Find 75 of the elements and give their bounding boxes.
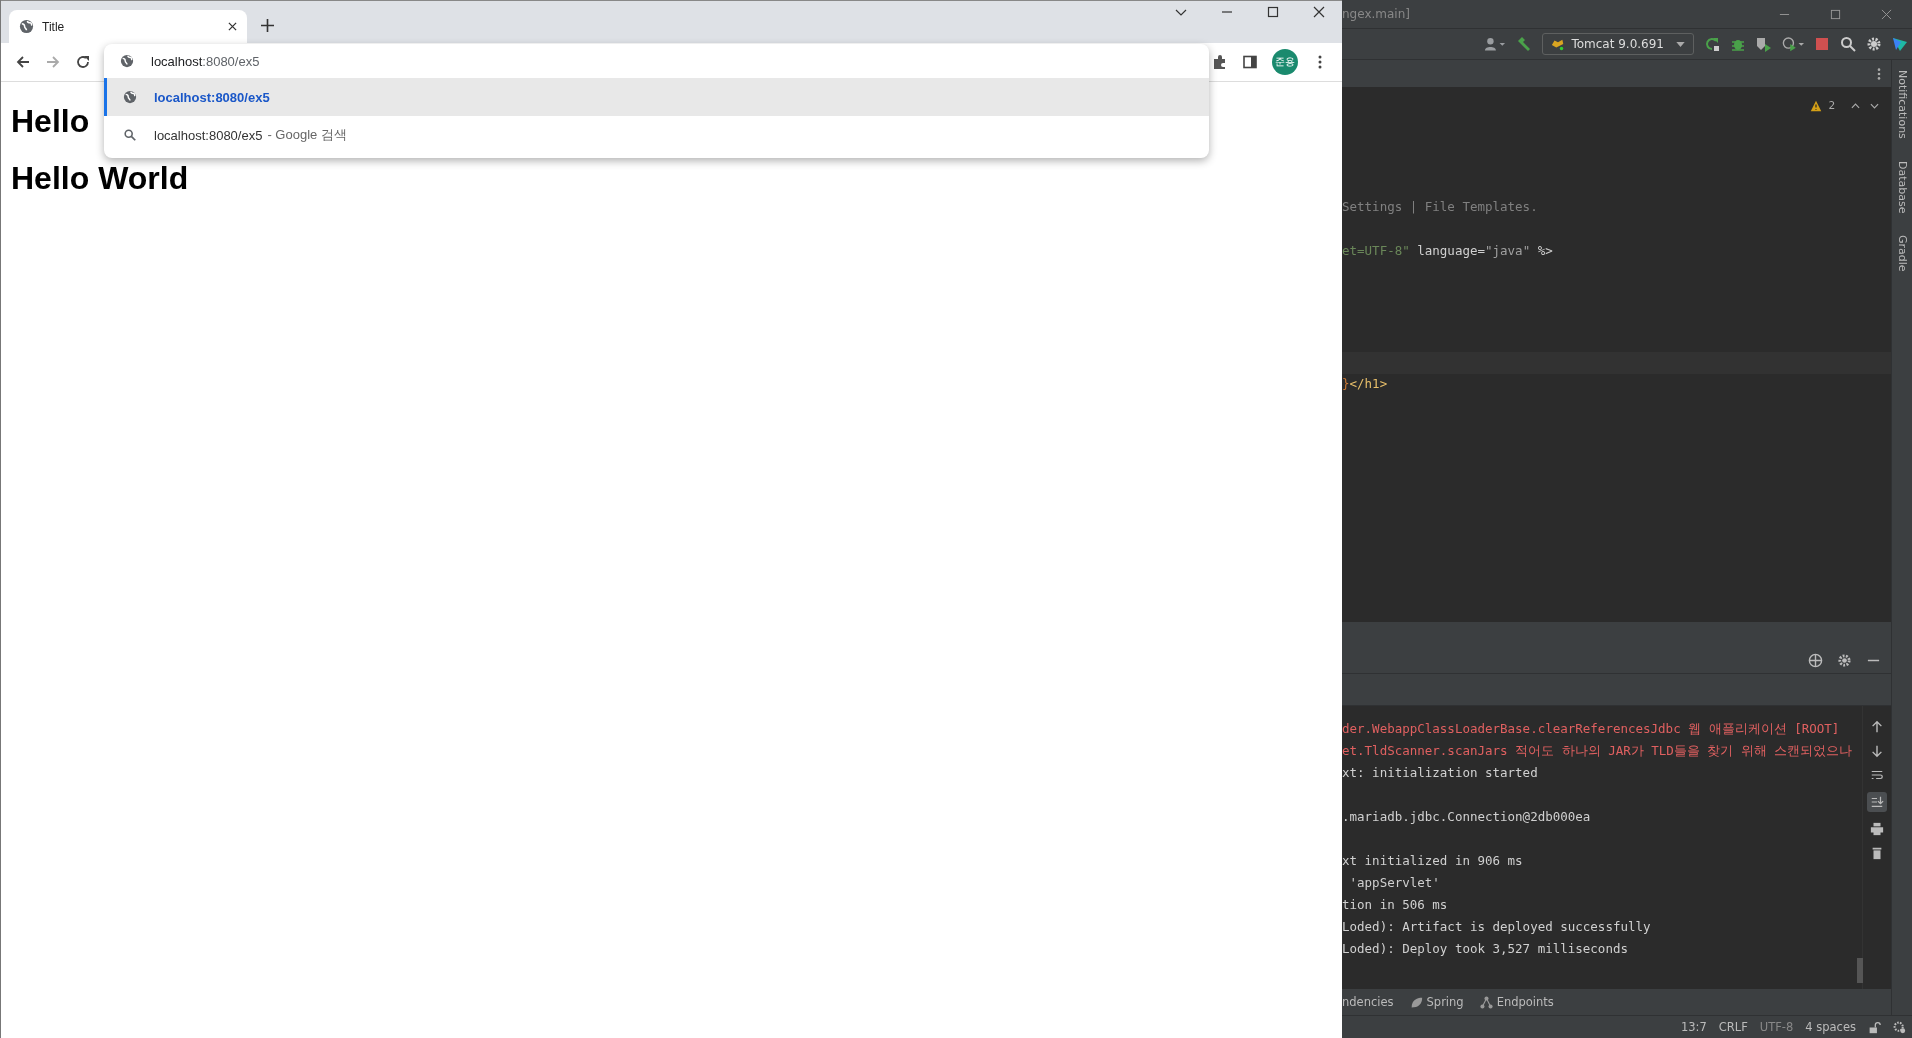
settings-icon[interactable] — [1866, 36, 1882, 52]
window-title: ngex.main] — [1342, 7, 1410, 21]
console-line: xt initialized in 906 ms — [1342, 852, 1523, 870]
status-item[interactable]: CRLF — [1718, 1020, 1748, 1034]
arrow-down-icon[interactable] — [1870, 744, 1884, 758]
status-item[interactable]: 4 spaces — [1805, 1020, 1856, 1034]
settings-icon[interactable] — [1837, 652, 1852, 668]
tool-window-tab[interactable]: ndencies — [1342, 995, 1394, 1009]
leaf-icon — [1409, 995, 1423, 1009]
rerun-icon[interactable] — [1704, 36, 1720, 52]
chevron-down-icon[interactable] — [1870, 102, 1879, 109]
search-icon — [123, 128, 137, 142]
side-tool-tab[interactable]: Gradle — [1895, 235, 1909, 272]
suggestion-item[interactable]: localhost:8080/ex5 - Google 검색 — [104, 116, 1209, 154]
status-item[interactable]: UTF-8 — [1759, 1020, 1794, 1034]
endpoints-icon — [1479, 995, 1493, 1009]
users-icon[interactable] — [1484, 36, 1507, 52]
page-heading: Hello World — [11, 160, 189, 197]
code-line: }</h1> — [1342, 375, 1388, 393]
side-panel-icon[interactable] — [1242, 54, 1258, 70]
new-tab-icon[interactable] — [261, 19, 274, 32]
stop-icon[interactable] — [1814, 36, 1830, 52]
code-line: Settings | File Templates. — [1342, 198, 1538, 216]
suggestion-text: localhost:8080/ex5 — [154, 89, 270, 105]
tab-title: Title — [42, 19, 66, 34]
more-icon[interactable] — [1877, 66, 1881, 81]
lock-icon[interactable] — [1868, 1020, 1881, 1034]
crosshair-icon[interactable] — [1808, 652, 1823, 668]
hammer-icon[interactable] — [1516, 36, 1533, 52]
address-field[interactable]: localhost:8080/ex5 — [151, 53, 260, 69]
side-tool-tab[interactable]: Notifications — [1895, 70, 1909, 139]
arrow-up-icon[interactable] — [1870, 720, 1884, 734]
tool-window-tab[interactable]: Spring — [1409, 995, 1464, 1009]
console-line: xt: initialization started — [1342, 764, 1538, 782]
coverage-icon[interactable] — [1756, 36, 1772, 52]
run-configuration-dropdown[interactable]: Tomcat 9.0.691 — [1542, 33, 1694, 55]
profile-avatar[interactable]: 준용 — [1272, 49, 1298, 75]
warning-icon — [1810, 99, 1823, 112]
suggestion-text: localhost:8080/ex5 — [154, 127, 263, 143]
search-icon[interactable] — [1840, 36, 1856, 52]
tool-window-tab[interactable]: Endpoints — [1479, 995, 1554, 1009]
suggestion-item[interactable]: localhost:8080/ex5 — [104, 78, 1209, 116]
soft-wrap-icon[interactable] — [1870, 768, 1884, 782]
console-line: Loded): Deploy took 3,527 milliseconds — [1342, 940, 1628, 958]
puzzle-icon[interactable] — [1212, 54, 1228, 70]
reload-icon[interactable] — [75, 54, 91, 70]
scrollbar-thumb[interactable] — [1857, 958, 1863, 983]
side-tool-tab[interactable]: Database — [1895, 160, 1909, 214]
maximize-icon[interactable] — [1267, 6, 1279, 18]
chevron-up-icon[interactable] — [1851, 102, 1860, 109]
globe-icon — [123, 90, 137, 104]
logo-icon[interactable] — [1892, 36, 1908, 52]
console-line: Loded): Artifact is deployed successfully — [1342, 918, 1651, 936]
globe-icon — [19, 19, 34, 34]
globe-icon — [120, 54, 134, 68]
console-line: et.TldScanner.scanJars 적어도 하나의 JAR가 TLD들을 찾기 위해 스캔되었으나 — [1342, 742, 1853, 760]
profiler-icon[interactable] — [1782, 36, 1804, 52]
browser-tab[interactable]: Title — [9, 10, 247, 43]
status-item[interactable]: 13:7 — [1680, 1020, 1707, 1034]
suggestion-suffix: - Google 검색 — [267, 126, 347, 144]
caret-icon — [1676, 41, 1685, 47]
console-line: der.WebappClassLoaderBase.clearReferencesJdbc 웹 애플리케이션 [ROOT] — [1342, 720, 1840, 738]
back-icon[interactable] — [15, 54, 31, 70]
trash-icon[interactable] — [1870, 846, 1884, 860]
code-line: et=UTF-8" language="java" %> — [1342, 242, 1553, 260]
console-line: .mariadb.jdbc.Connection@2db000ea — [1342, 808, 1591, 826]
page-heading: Hello — [11, 103, 90, 140]
close-icon[interactable] — [1313, 6, 1325, 18]
scroll-to-end-icon[interactable] — [1867, 792, 1887, 812]
console-line: tion in 506 ms — [1342, 896, 1448, 914]
warning-count: 2 — [1828, 99, 1835, 112]
gear-icon[interactable] — [1893, 1020, 1906, 1034]
close-icon[interactable] — [228, 22, 237, 31]
console-line: 'appServlet' — [1348, 874, 1440, 892]
print-icon[interactable] — [1870, 822, 1884, 836]
